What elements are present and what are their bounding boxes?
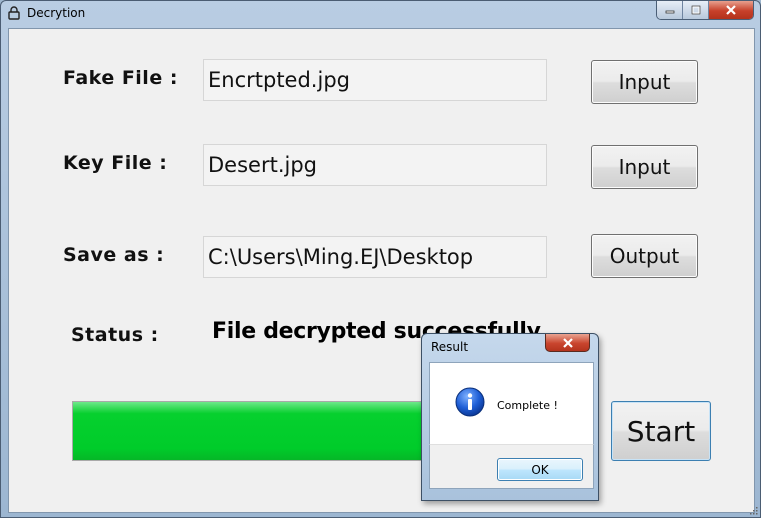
maximize-button[interactable] [683, 1, 709, 19]
resize-grip-icon[interactable] [748, 505, 758, 515]
save-as-label: Save as : [63, 244, 165, 266]
start-button-label: Start [626, 414, 696, 448]
close-icon [726, 5, 736, 15]
status-label: Status : [71, 324, 159, 346]
minimize-icon [665, 10, 674, 14]
fake-file-input-button-label: Input [618, 70, 671, 94]
result-dialog: Result Complete ! OK [421, 333, 599, 501]
key-file-input-button[interactable]: Input [591, 145, 698, 189]
key-file-label: Key File : [63, 152, 168, 174]
ok-button-label: OK [531, 462, 549, 477]
ok-button[interactable]: OK [497, 458, 583, 481]
dialog-footer: OK [429, 444, 594, 489]
dialog-message: Complete ! [497, 399, 558, 412]
fake-file-label: Fake File : [63, 67, 178, 89]
main-window: Decrytion Fake File : Encrtpted.jpg Inpu… [0, 0, 761, 518]
output-button-label: Output [609, 244, 680, 268]
window-title: Decrytion [27, 6, 86, 20]
maximize-icon [691, 5, 700, 15]
window-controls [656, 1, 754, 20]
fake-file-field[interactable]: Encrtpted.jpg [203, 59, 547, 101]
key-file-field[interactable]: Desert.jpg [203, 144, 547, 186]
minimize-button[interactable] [657, 1, 683, 19]
close-button[interactable] [709, 1, 753, 19]
close-icon [562, 337, 573, 348]
dialog-close-button[interactable] [545, 334, 590, 352]
save-as-field[interactable]: C:\Users\Ming.EJ\Desktop [203, 236, 547, 278]
output-button[interactable]: Output [591, 234, 698, 278]
info-icon [455, 387, 485, 417]
client-area: Fake File : Encrtpted.jpg Input Key File… [8, 28, 755, 513]
title-bar[interactable]: Decrytion [1, 1, 760, 27]
key-file-input-button-label: Input [618, 155, 671, 179]
fake-file-input-button[interactable]: Input [591, 60, 698, 104]
start-button[interactable]: Start [611, 401, 711, 461]
dialog-title: Result [431, 340, 469, 354]
dialog-body: Complete ! [429, 362, 594, 445]
lock-icon [8, 6, 20, 20]
